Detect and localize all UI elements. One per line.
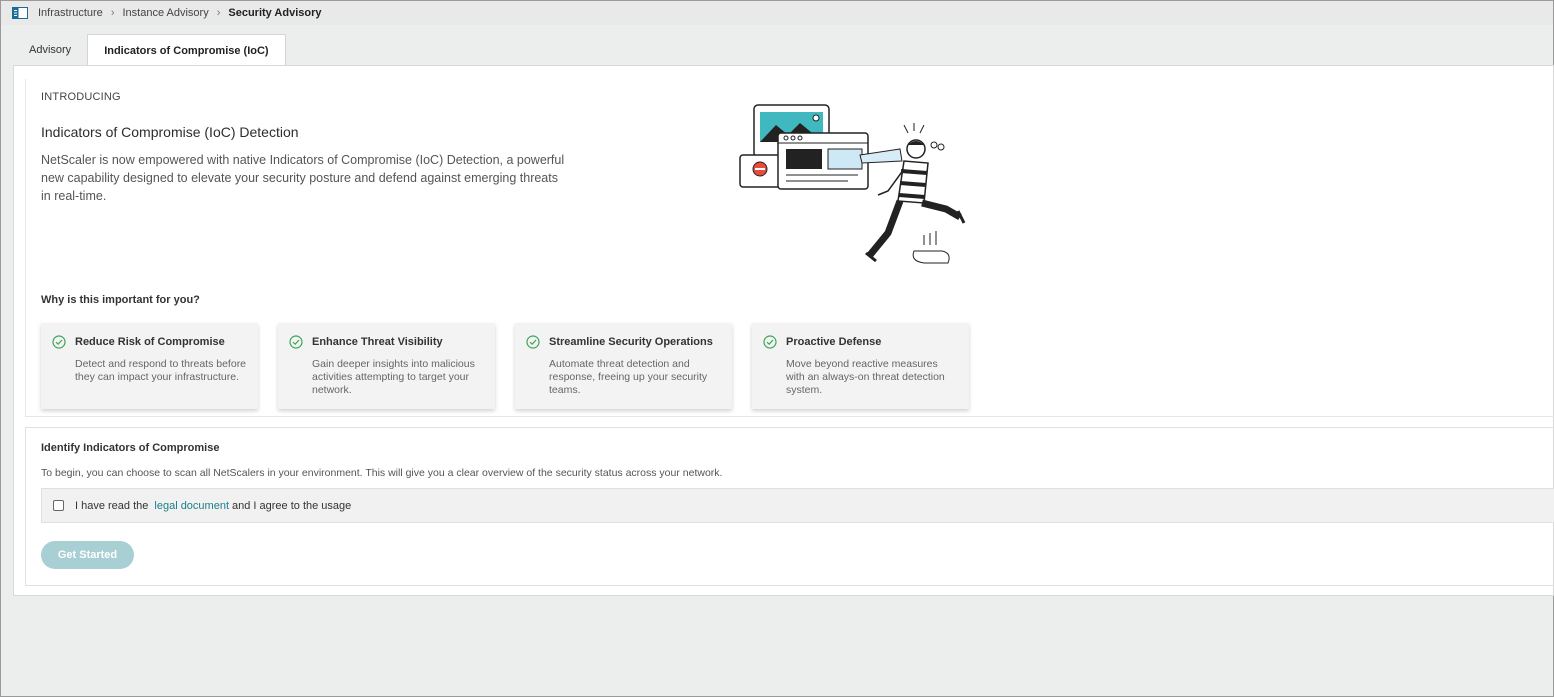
check-circle-icon xyxy=(763,335,777,349)
intro-overline: INTRODUCING xyxy=(41,91,121,103)
tab-indicators-of-compromise[interactable]: Indicators of Compromise (IoC) xyxy=(87,34,286,66)
tab-advisory[interactable]: Advisory xyxy=(13,34,87,65)
intro-section: INTRODUCING Indicators of Compromise (Io… xyxy=(25,79,1554,417)
benefit-cards: Reduce Risk of Compromise Detect and res… xyxy=(41,323,969,409)
get-started-button[interactable]: Get Started xyxy=(41,541,134,569)
benefit-card-proactive-defense: Proactive Defense Move beyond reactive m… xyxy=(752,323,969,409)
legal-document-link[interactable]: legal document xyxy=(154,500,229,512)
benefit-card-description: Gain deeper insights into malicious acti… xyxy=(312,358,475,396)
check-circle-icon xyxy=(526,335,540,349)
breadcrumb: Infrastructure › Instance Advisory › Sec… xyxy=(1,1,1553,25)
benefit-card-title: Proactive Defense xyxy=(786,336,882,348)
intro-title: Indicators of Compromise (IoC) Detection xyxy=(41,124,299,140)
breadcrumb-item-infrastructure[interactable]: Infrastructure xyxy=(38,7,103,19)
check-circle-icon xyxy=(289,335,303,349)
breadcrumb-item-instance-advisory[interactable]: Instance Advisory xyxy=(122,7,208,19)
agreement-row: I have read the legal document and I agree… xyxy=(41,488,1554,523)
benefit-card-description: Move beyond reactive measures with an al… xyxy=(786,358,945,396)
benefit-card-title: Reduce Risk of Compromise xyxy=(75,336,225,348)
identify-description: To begin, you can choose to scan all Net… xyxy=(41,467,723,479)
benefit-card-reduce-risk: Reduce Risk of Compromise Detect and res… xyxy=(41,323,258,409)
breadcrumb-item-security-advisory: Security Advisory xyxy=(228,7,322,19)
agreement-text: I have read the legal document and I agree… xyxy=(75,500,351,512)
why-heading: Why is this important for you? xyxy=(41,294,200,306)
benefit-card-threat-visibility: Enhance Threat Visibility Gain deeper in… xyxy=(278,323,495,409)
check-circle-icon xyxy=(52,335,66,349)
identify-section: Identify Indicators of Compromise To beg… xyxy=(25,427,1554,586)
intro-description: NetScaler is now empowered with native I… xyxy=(41,153,565,203)
chevron-right-icon: › xyxy=(216,7,221,19)
benefit-card-security-operations: Streamline Security Operations Automate … xyxy=(515,323,732,409)
sidebar-toggle-icon[interactable] xyxy=(12,7,28,19)
benefit-card-title: Enhance Threat Visibility xyxy=(312,336,443,348)
chevron-right-icon: › xyxy=(110,7,115,19)
tab-bar: Advisory Indicators of Compromise (IoC) xyxy=(13,34,286,66)
agreement-suffix: and I agree to the usage xyxy=(232,499,352,512)
benefit-card-description: Detect and respond to threats before the… xyxy=(75,358,247,383)
benefit-card-title: Streamline Security Operations xyxy=(549,336,713,348)
benefit-card-description: Automate threat detection and response, … xyxy=(549,358,708,396)
agreement-prefix: I have read the xyxy=(75,499,149,512)
intruder-illustration xyxy=(739,104,966,264)
agree-checkbox[interactable] xyxy=(53,500,64,511)
identify-title: Identify Indicators of Compromise xyxy=(41,442,220,454)
content-panel: INTRODUCING Indicators of Compromise (Io… xyxy=(13,65,1554,596)
